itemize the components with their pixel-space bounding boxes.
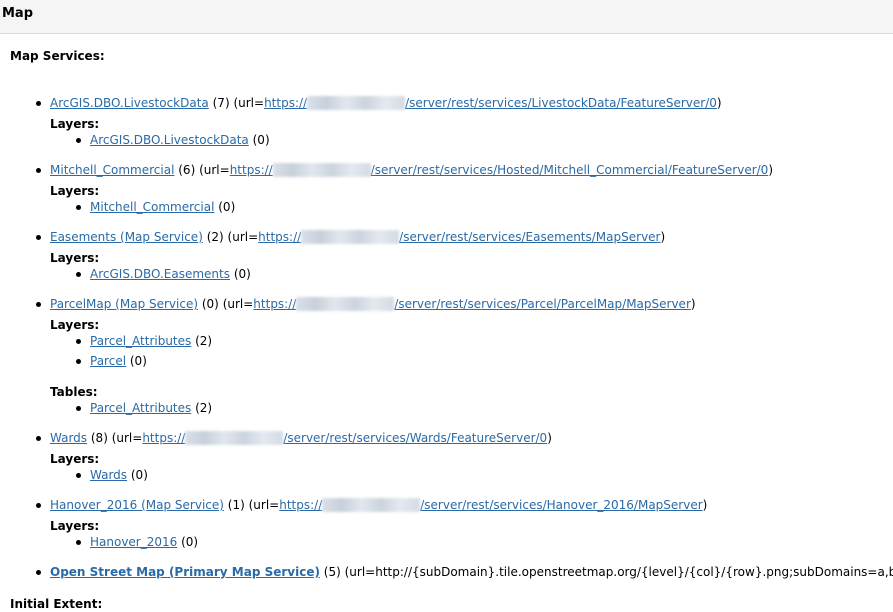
service-link-livestockdata[interactable]: ArcGIS.DBO.LivestockData: [50, 96, 209, 110]
service-item-hanover-2016: Hanover_2016 (Map Service) (1) (url=http…: [50, 498, 708, 512]
layers-label: Layers:: [50, 318, 100, 332]
service-url-link[interactable]: https:///server/rest/services/Hosted/Mit…: [230, 163, 768, 177]
table-item: Parcel_Attributes (2): [90, 401, 213, 415]
service-link-easements[interactable]: Easements (Map Service): [50, 230, 203, 244]
list-bullet: [36, 436, 41, 441]
service-url-link[interactable]: https:///server/rest/services/Hanover_20…: [279, 498, 703, 512]
list-bullet: [76, 540, 81, 545]
redacted-host: [296, 297, 395, 311]
redacted-host: [272, 163, 371, 177]
list-bullet: [76, 138, 81, 143]
service-link-parcelmap[interactable]: ParcelMap (Map Service): [50, 297, 198, 311]
redacted-host: [322, 498, 421, 512]
service-item-open-street-map: Open Street Map (Primary Map Service) (5…: [50, 564, 893, 580]
service-count: (7): [212, 96, 230, 110]
layer-link-mitchell-commercial[interactable]: Mitchell_Commercial: [90, 200, 214, 214]
service-item-mitchell-commercial: Mitchell_Commercial (6) (url=https:///se…: [50, 163, 773, 177]
layers-label: Layers:: [50, 184, 100, 198]
list-bullet: [36, 503, 41, 508]
redacted-host: [185, 431, 284, 445]
service-link-open-street-map[interactable]: Open Street Map (Primary Map Service): [50, 565, 320, 579]
layer-item: Mitchell_Commercial (0): [90, 200, 236, 214]
service-item-easements: Easements (Map Service) (2) (url=https:/…: [50, 230, 666, 244]
service-item-livestockdata: ArcGIS.DBO.LivestockData (7) (url=https:…: [50, 96, 722, 110]
service-url-link[interactable]: https:///server/rest/services/Parcel/Par…: [253, 297, 691, 311]
layer-item: Wards (0): [90, 468, 148, 482]
list-bullet: [36, 101, 41, 106]
layers-label: Layers:: [50, 452, 100, 466]
list-bullet: [76, 339, 81, 344]
page-header: Map: [0, 0, 893, 34]
service-link-hanover-2016[interactable]: Hanover_2016 (Map Service): [50, 498, 224, 512]
service-url-link[interactable]: https:///server/rest/services/Wards/Feat…: [142, 431, 547, 445]
service-url-text: (url=http://{subDomain}.tile.openstreetm…: [344, 565, 893, 579]
redacted-host: [307, 96, 406, 110]
layer-link-easements[interactable]: ArcGIS.DBO.Easements: [90, 267, 230, 281]
layer-link-parcel-attributes[interactable]: Parcel_Attributes: [90, 334, 191, 348]
service-url-link[interactable]: https:///server/rest/services/LivestockD…: [264, 96, 717, 110]
layer-item: Hanover_2016 (0): [90, 535, 199, 549]
layer-item: Parcel_Attributes (2): [90, 334, 213, 348]
service-item-parcelmap: ParcelMap (Map Service) (0) (url=https:/…: [50, 297, 696, 311]
initial-extent-heading: Initial Extent:: [10, 597, 103, 611]
layer-item: ArcGIS.DBO.Easements (0): [90, 267, 251, 281]
list-bullet: [36, 168, 41, 173]
list-bullet: [76, 359, 81, 364]
redacted-host: [301, 230, 400, 244]
list-bullet: [76, 205, 81, 210]
service-link-mitchell-commercial[interactable]: Mitchell_Commercial: [50, 163, 174, 177]
layer-link-parcel[interactable]: Parcel: [90, 354, 126, 368]
list-bullet: [36, 570, 41, 575]
list-bullet: [36, 302, 41, 307]
map-services-heading: Map Services:: [10, 49, 105, 63]
url-prefix: (url=: [233, 96, 265, 110]
list-bullet: [76, 406, 81, 411]
layer-link-hanover-2016[interactable]: Hanover_2016: [90, 535, 177, 549]
layer-item: Parcel (0): [90, 354, 147, 368]
service-item-wards: Wards (8) (url=https:///server/rest/serv…: [50, 431, 552, 445]
layer-item: ArcGIS.DBO.LivestockData (0): [90, 133, 270, 147]
layers-label: Layers:: [50, 117, 100, 131]
page-title: Map: [2, 6, 34, 21]
service-url-link[interactable]: https:///server/rest/services/Easements/…: [258, 230, 660, 244]
list-bullet: [76, 272, 81, 277]
layers-label: Layers:: [50, 251, 100, 265]
list-bullet: [76, 473, 81, 478]
service-link-wards[interactable]: Wards: [50, 431, 87, 445]
layers-label: Layers:: [50, 519, 100, 533]
layer-link-wards[interactable]: Wards: [90, 468, 127, 482]
list-bullet: [36, 235, 41, 240]
layer-link-livestockdata[interactable]: ArcGIS.DBO.LivestockData: [90, 133, 249, 147]
table-link-parcel-attributes[interactable]: Parcel_Attributes: [90, 401, 191, 415]
tables-label: Tables:: [50, 385, 98, 399]
